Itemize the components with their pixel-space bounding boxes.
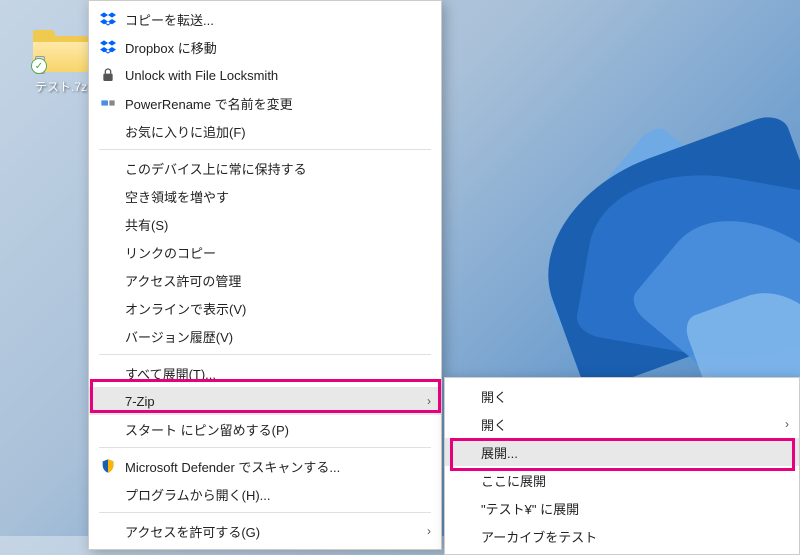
menu-item-label: 7-Zip <box>119 394 419 409</box>
context-menu-item-v[interactable]: オンラインで表示(V) <box>89 294 441 322</box>
menu-item-label: 展開... <box>475 443 777 462</box>
menu-separator <box>99 149 431 150</box>
menu-item-label: アクセスを許可する(G) <box>119 522 419 541</box>
menu-icon-slot <box>97 10 119 28</box>
menu-item-label: このデバイス上に常に保持する <box>119 159 419 178</box>
context-menu-item-unlock-with-file-locksmith[interactable]: Unlock with File Locksmith <box>89 61 441 89</box>
menu-item-label: 開く <box>475 387 777 406</box>
context-menu-item-dropbox[interactable]: Dropbox に移動 <box>89 33 441 61</box>
archive-icon: ✓ <box>33 30 89 72</box>
menu-item-label: コピーを転送... <box>119 10 419 29</box>
context-menu-item-g[interactable]: アクセスを許可する(G)› <box>89 517 441 545</box>
rename-icon <box>100 95 116 111</box>
menu-icon-slot <box>97 66 119 84</box>
menu-icon-slot <box>453 499 475 517</box>
menu-item-label: 空き領域を増やす <box>119 187 419 206</box>
sync-ok-badge: ✓ <box>31 58 47 74</box>
menu-item-label: スタート にピン留めする(P) <box>119 420 419 439</box>
context-menu-item-s[interactable]: 共有(S) <box>89 210 441 238</box>
menu-separator <box>99 447 431 448</box>
menu-separator <box>99 354 431 355</box>
menu-icon-slot <box>97 327 119 345</box>
menu-icon-slot <box>97 94 119 112</box>
submenu-item-[interactable]: アーカイブをテスト <box>445 522 799 550</box>
menu-item-label: "テスト¥" に展開 <box>475 499 777 518</box>
context-menu-item-[interactable]: このデバイス上に常に保持する <box>89 154 441 182</box>
submenu-item-[interactable]: ここに展開 <box>445 466 799 494</box>
context-menu-item-7-zip[interactable]: 7-Zip› <box>89 387 441 415</box>
menu-icon-slot <box>97 420 119 438</box>
menu-icon-slot <box>453 527 475 545</box>
dropbox-icon <box>100 39 116 55</box>
menu-icon-slot <box>97 159 119 177</box>
menu-icon-slot <box>97 457 119 475</box>
menu-item-label: 開く <box>475 415 777 434</box>
lock-icon <box>100 67 116 83</box>
menu-item-label: オンラインで表示(V) <box>119 299 419 318</box>
menu-item-label: リンクのコピー <box>119 243 419 262</box>
context-menu-item-microsoft-defender[interactable]: Microsoft Defender でスキャンする... <box>89 452 441 480</box>
menu-item-label: Dropbox に移動 <box>119 38 419 57</box>
menu-item-label: お気に入りに追加(F) <box>119 122 419 141</box>
context-menu-item-p[interactable]: スタート にピン留めする(P) <box>89 415 441 443</box>
context-menu-item-[interactable]: 空き領域を増やす <box>89 182 441 210</box>
menu-item-label: 共有(S) <box>119 215 419 234</box>
menu-icon-slot <box>453 443 475 461</box>
context-menu-item-h[interactable]: プログラムから開く(H)... <box>89 480 441 508</box>
desktop-file-label: テスト.7z <box>26 78 96 95</box>
shield-icon <box>100 458 116 474</box>
menu-item-label: バージョン履歴(V) <box>119 327 419 346</box>
desktop-file-icon[interactable]: ✓ テスト.7z <box>26 30 96 95</box>
menu-icon-slot <box>97 485 119 503</box>
submenu-item-[interactable]: 開く <box>445 382 799 410</box>
submenu-item-[interactable]: "テスト¥" に展開 <box>445 494 799 522</box>
menu-icon-slot <box>97 215 119 233</box>
menu-item-label: アクセス許可の管理 <box>119 271 419 290</box>
context-menu-item-powerrename[interactable]: PowerRename で名前を変更 <box>89 89 441 117</box>
menu-icon-slot <box>97 243 119 261</box>
context-menu: コピーを転送... Dropbox に移動 Unlock with File Loc… <box>88 0 442 550</box>
menu-icon-slot <box>97 187 119 205</box>
menu-item-label: すべて展開(T)... <box>119 364 419 383</box>
menu-item-label: ここに展開 <box>475 471 777 490</box>
menu-item-label: Microsoft Defender でスキャンする... <box>119 457 419 476</box>
menu-icon-slot <box>97 38 119 56</box>
context-menu-item-[interactable]: アクセス許可の管理 <box>89 266 441 294</box>
menu-item-label: アーカイブをテスト <box>475 527 777 546</box>
menu-item-label: Unlock with File Locksmith <box>119 68 419 83</box>
submenu-arrow-icon: › <box>419 394 431 408</box>
menu-icon-slot <box>97 522 119 540</box>
submenu-item-[interactable]: 開く› <box>445 410 799 438</box>
menu-icon-slot <box>453 387 475 405</box>
menu-item-label: PowerRename で名前を変更 <box>119 94 419 113</box>
menu-icon-slot <box>453 415 475 433</box>
menu-icon-slot <box>97 299 119 317</box>
menu-icon-slot <box>453 471 475 489</box>
menu-item-label: プログラムから開く(H)... <box>119 485 419 504</box>
menu-icon-slot <box>97 122 119 140</box>
context-menu-item-[interactable]: コピーを転送... <box>89 5 441 33</box>
context-submenu: 開く開く›展開...ここに展開"テスト¥" に展開アーカイブをテスト <box>444 377 800 555</box>
menu-separator <box>99 512 431 513</box>
submenu-item-[interactable]: 展開... <box>445 438 799 466</box>
context-menu-item-[interactable]: リンクのコピー <box>89 238 441 266</box>
context-menu-item-v[interactable]: バージョン履歴(V) <box>89 322 441 350</box>
submenu-arrow-icon: › <box>777 417 789 431</box>
menu-icon-slot <box>97 392 119 410</box>
context-menu-item-f[interactable]: お気に入りに追加(F) <box>89 117 441 145</box>
menu-icon-slot <box>97 364 119 382</box>
context-menu-item-t[interactable]: すべて展開(T)... <box>89 359 441 387</box>
dropbox-icon <box>100 11 116 27</box>
menu-icon-slot <box>97 271 119 289</box>
